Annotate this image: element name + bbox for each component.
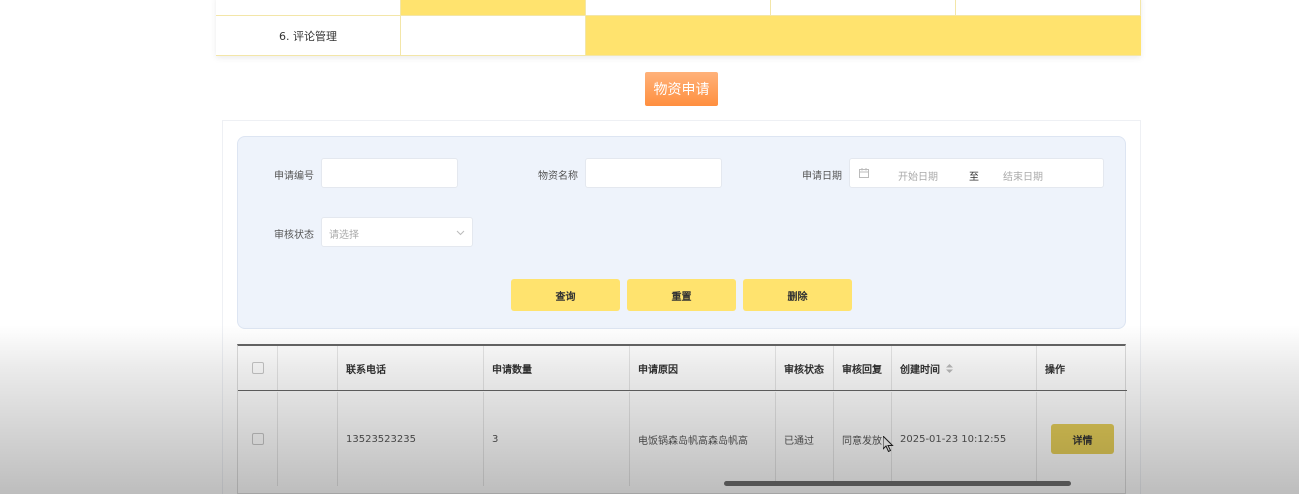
start-date-input[interactable]: 开始日期: [898, 168, 938, 183]
range-separator: 至: [969, 172, 979, 183]
header-reason: 申请原因: [630, 346, 776, 390]
data-table: 联系电话 申请数量 申请原因 审核状态 审核回复 创建时间 操作 1352352…: [237, 344, 1127, 494]
header-created-time[interactable]: 创建时间: [892, 346, 1037, 390]
nav-item-comment-management[interactable]: 6. 评论管理: [216, 16, 401, 56]
reset-button[interactable]: 重置: [627, 279, 736, 311]
delete-button[interactable]: 删除: [743, 279, 852, 311]
cell-phone: 13523523235: [338, 392, 484, 486]
nav-table: 6. 评论管理: [216, 0, 1141, 56]
audit-status-label: 审核状态: [274, 230, 314, 241]
audit-status-placeholder: 请选择: [329, 230, 359, 241]
chevron-down-icon: [456, 228, 465, 239]
cell-actions: 详情: [1037, 392, 1127, 486]
nav-cell[interactable]: [216, 0, 401, 16]
nav-cell[interactable]: [771, 0, 956, 16]
cell-created-time: 2025-01-23 10:12:55: [892, 392, 1037, 486]
row-index-cell: [278, 392, 338, 486]
nav-cell[interactable]: [586, 0, 771, 16]
material-name-label: 物资名称: [538, 171, 578, 182]
header-divider: [238, 390, 1127, 391]
query-button[interactable]: 查询: [511, 279, 620, 311]
cell-audit-status: 已通过: [776, 392, 834, 486]
cell-quantity: 3: [484, 392, 630, 486]
end-date-input[interactable]: 结束日期: [1003, 168, 1043, 183]
apply-no-input[interactable]: [321, 158, 458, 188]
select-all-cell: [238, 346, 278, 390]
header-created-time-label: 创建时间: [900, 364, 940, 376]
header-quantity: 申请数量: [484, 346, 630, 390]
page-title: 物资申请: [645, 72, 718, 106]
horizontal-scrollbar[interactable]: [724, 481, 1071, 486]
calendar-icon: [859, 168, 869, 178]
mouse-cursor-icon: [882, 434, 894, 455]
sort-icon[interactable]: [946, 363, 953, 373]
row-select-cell: [238, 392, 278, 486]
nav-cell[interactable]: [956, 0, 1141, 16]
row-checkbox[interactable]: [251, 433, 264, 445]
nav-cell-empty: [401, 16, 586, 56]
header-audit-reply: 审核回复: [834, 346, 892, 390]
apply-date-label: 申请日期: [802, 171, 842, 182]
header-empty: [278, 346, 338, 390]
material-name-input[interactable]: [585, 158, 722, 188]
header-audit-status: 审核状态: [776, 346, 834, 390]
header-phone: 联系电话: [338, 346, 484, 390]
cell-reason: 电饭锅森岛帆高森岛帆高: [630, 392, 776, 486]
nav-cell[interactable]: [401, 0, 586, 16]
audit-status-select[interactable]: 请选择: [321, 217, 473, 247]
detail-button[interactable]: 详情: [1051, 424, 1114, 454]
select-all-checkbox[interactable]: [251, 362, 264, 374]
nav-cell-filler: [586, 16, 1141, 56]
header-actions: 操作: [1045, 364, 1065, 376]
date-range-picker[interactable]: 开始日期 至 结束日期: [849, 158, 1104, 188]
apply-no-label: 申请编号: [274, 171, 314, 182]
